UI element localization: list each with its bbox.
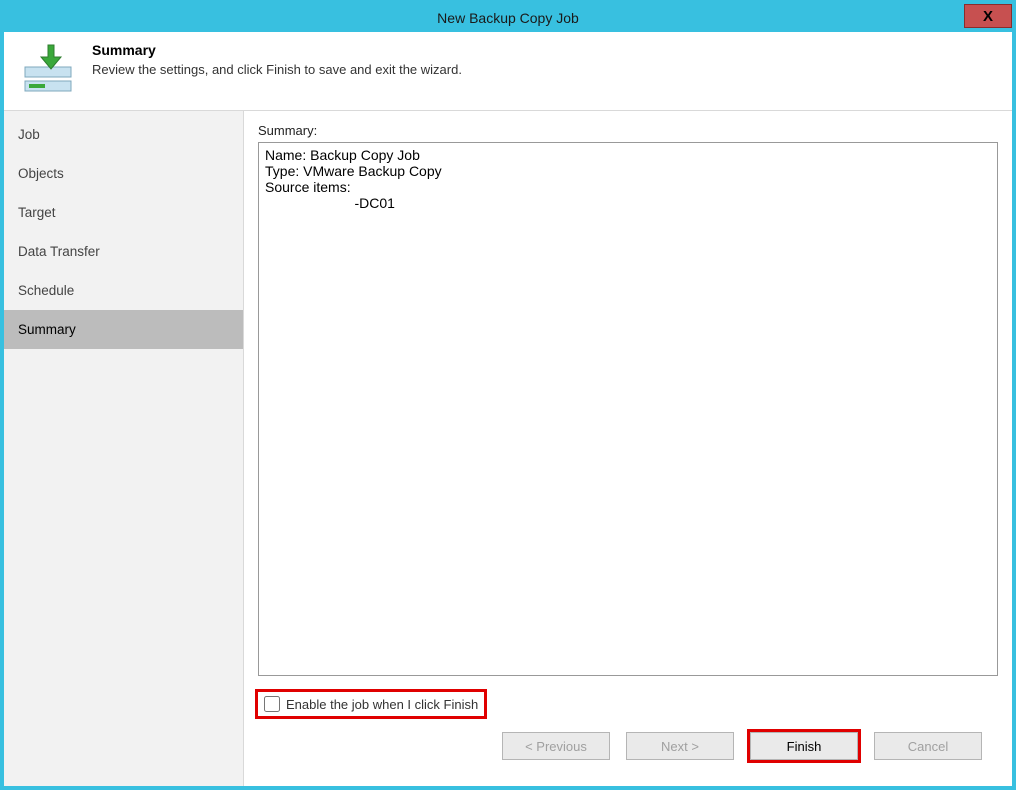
wizard-header: Summary Review the settings, and click F… xyxy=(4,32,1012,111)
sidebar-item-schedule[interactable]: Schedule xyxy=(4,271,243,310)
sidebar-item-target[interactable]: Target xyxy=(4,193,243,232)
wizard-footer: < Previous Next > Finish Cancel xyxy=(258,716,998,776)
wizard-sidebar: Job Objects Target Data Transfer Schedul… xyxy=(4,111,244,786)
sidebar-item-objects[interactable]: Objects xyxy=(4,154,243,193)
sidebar-item-summary[interactable]: Summary xyxy=(4,310,243,349)
finish-button[interactable]: Finish xyxy=(750,732,858,760)
wizard-main: Summary: Name: Backup Copy Job Type: VMw… xyxy=(244,111,1012,786)
cancel-button[interactable]: Cancel xyxy=(874,732,982,760)
enable-job-checkbox-row[interactable]: Enable the job when I click Finish xyxy=(258,692,484,716)
next-button[interactable]: Next > xyxy=(626,732,734,760)
sidebar-item-data-transfer[interactable]: Data Transfer xyxy=(4,232,243,271)
sidebar-item-job[interactable]: Job xyxy=(4,115,243,154)
close-button[interactable]: X xyxy=(964,4,1012,28)
summary-textarea[interactable]: Name: Backup Copy Job Type: VMware Backu… xyxy=(258,142,998,676)
header-text: Summary Review the settings, and click F… xyxy=(92,42,462,77)
enable-job-checkbox-label: Enable the job when I click Finish xyxy=(286,697,478,712)
page-subheading: Review the settings, and click Finish to… xyxy=(92,62,462,77)
enable-job-checkbox[interactable] xyxy=(264,696,280,712)
page-heading: Summary xyxy=(92,42,462,58)
window-title: New Backup Copy Job xyxy=(437,10,579,26)
close-icon: X xyxy=(983,8,993,25)
summary-label: Summary: xyxy=(258,123,998,138)
previous-button[interactable]: < Previous xyxy=(502,732,610,760)
backup-copy-icon xyxy=(20,42,76,98)
title-bar: New Backup Copy Job X xyxy=(4,4,1012,32)
wizard-window: New Backup Copy Job X Summary Review the… xyxy=(0,0,1016,790)
wizard-body: Job Objects Target Data Transfer Schedul… xyxy=(4,111,1012,786)
